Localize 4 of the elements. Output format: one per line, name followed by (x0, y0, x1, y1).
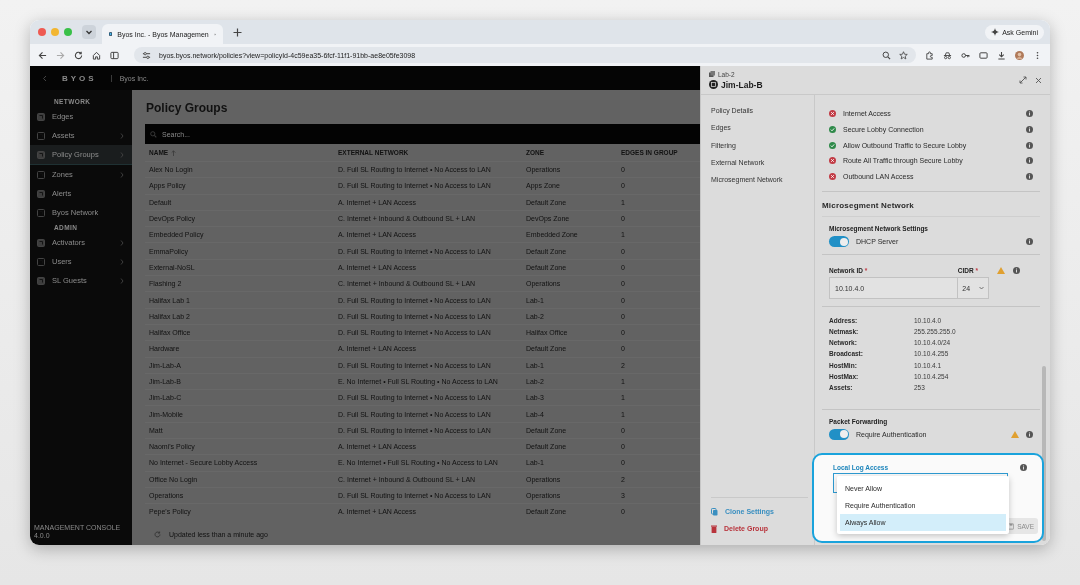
panel-title: Jim-Lab-B (721, 79, 763, 90)
page-title: Policy Groups (145, 100, 229, 117)
section-title: Microsegment Network (822, 192, 1040, 218)
brand-logo: BYOS (62, 73, 97, 83)
